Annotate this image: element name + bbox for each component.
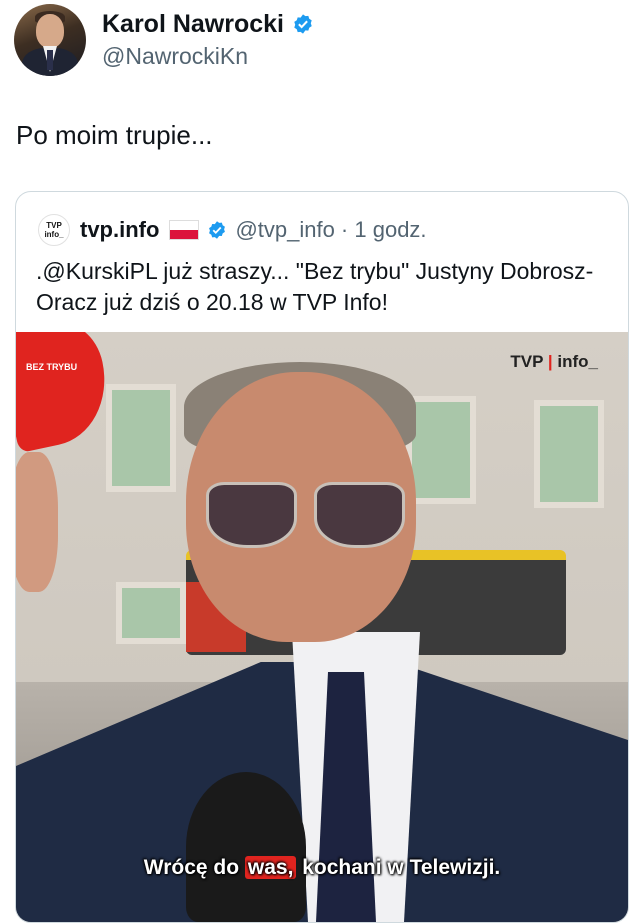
- subtitle-highlight: was,: [244, 856, 297, 879]
- quoted-handle-time: @tvp_info · 1 godz.: [235, 217, 427, 242]
- subtitle-part-a: Wrócę do: [143, 856, 245, 879]
- tvp-logo-line2: info_: [44, 230, 64, 239]
- bez-trybu-badge: BEZ TRYBU: [26, 362, 78, 372]
- tvp-logo-line1: TVP: [46, 221, 62, 230]
- video-subtitle: Wrócę do was, kochani w Telewizji.: [16, 856, 628, 880]
- tvp-info-watermark: TVP | info_: [510, 352, 598, 371]
- quoted-video-media[interactable]: BEZ TRYBU TVP | info_ Wrócę do was, koch…: [16, 332, 628, 922]
- quoted-tweet-text: .@KurskiPL już straszy... "Bez trybu" Ju…: [36, 258, 594, 315]
- subtitle-part-b: kochani w Telewizji.: [296, 856, 501, 879]
- tweet-header: Karol Nawrocki @NawrockiKn: [14, 4, 314, 76]
- watermark-info: info_: [557, 352, 598, 371]
- tvp-info-avatar[interactable]: TVP info_: [38, 214, 70, 246]
- author-names: Karol Nawrocki @NawrockiKn: [102, 9, 314, 71]
- author-display-name-row[interactable]: Karol Nawrocki: [102, 9, 314, 39]
- quoted-tweet-card[interactable]: TVP info_ tvp.info @tvp_info · 1 godz. .…: [15, 191, 629, 923]
- man-hand: [16, 452, 58, 592]
- author-avatar[interactable]: [14, 4, 86, 76]
- quoted-tweet-header: TVP info_ tvp.info @tvp_info · 1 godz.: [38, 214, 427, 246]
- verified-badge-icon: [294, 14, 312, 34]
- author-handle[interactable]: @NawrockiKn: [102, 41, 314, 71]
- verified-badge-icon: [209, 221, 226, 239]
- poland-flag-icon: [169, 220, 200, 240]
- author-name[interactable]: Karol Nawrocki: [102, 9, 284, 39]
- watermark-tvp: TVP: [510, 352, 544, 371]
- sunglasses: [206, 482, 406, 552]
- quoted-author-name[interactable]: tvp.info: [80, 217, 159, 243]
- tweet-text: Po moim trupie...: [16, 120, 213, 150]
